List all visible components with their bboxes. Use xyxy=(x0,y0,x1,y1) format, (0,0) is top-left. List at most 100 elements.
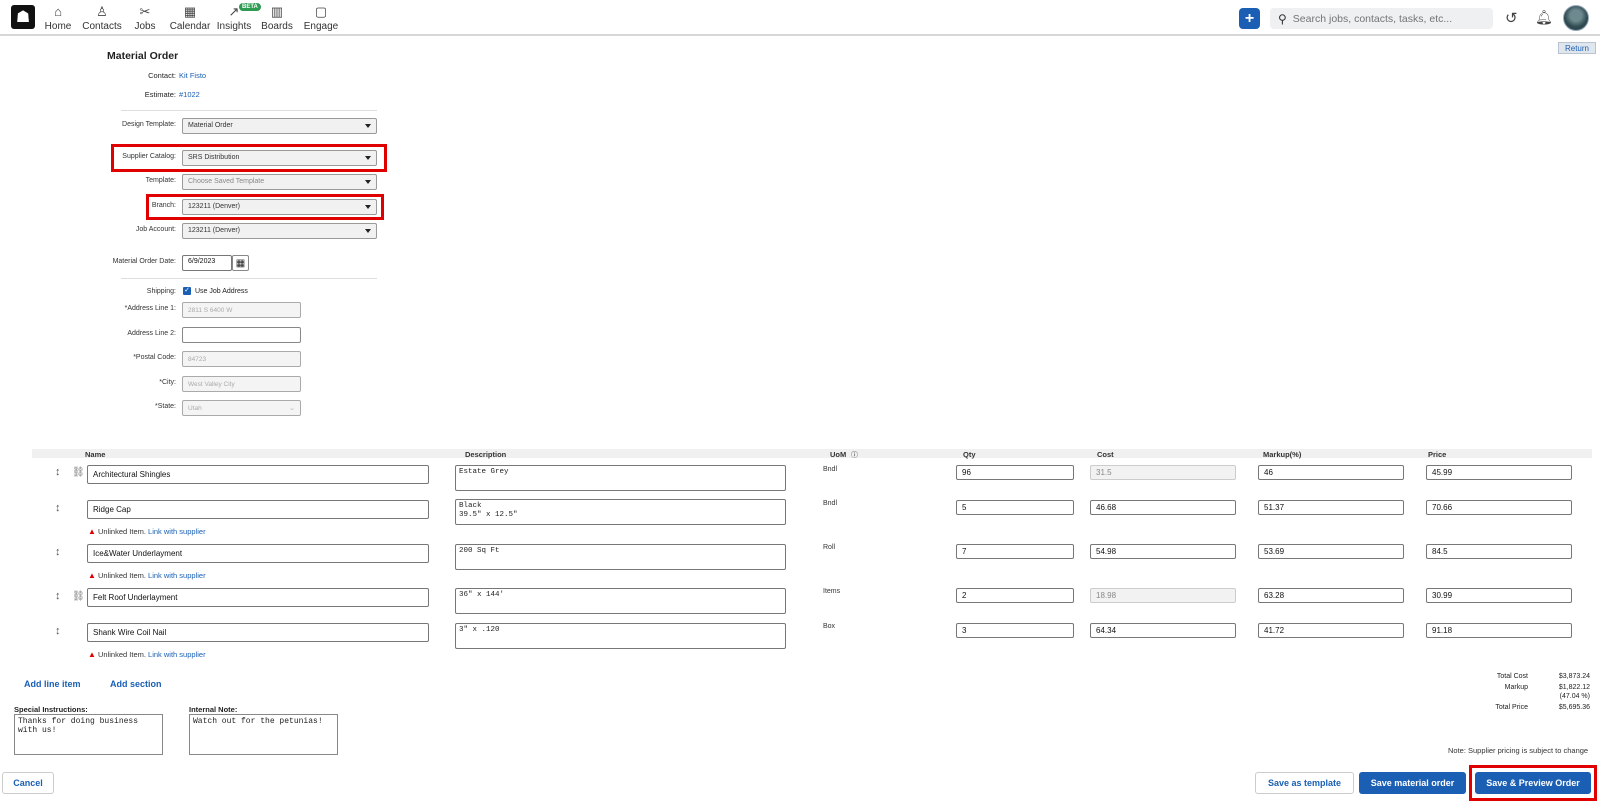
item-name-input[interactable]: Felt Roof Underlayment xyxy=(87,588,429,607)
special-instructions-textarea[interactable]: Thanks for doing business with us! xyxy=(14,714,163,755)
design-template-select[interactable]: Material Order xyxy=(182,118,377,134)
nav-calendar[interactable]: ▦ Calendar xyxy=(166,4,214,32)
item-price-input[interactable]: 91.18 xyxy=(1426,623,1572,638)
link-with-supplier-link[interactable]: Link with supplier xyxy=(148,527,206,536)
item-cost-input[interactable]: 64.34 xyxy=(1090,623,1236,638)
create-new-button[interactable]: + xyxy=(1239,8,1260,29)
item-qty-input[interactable]: 7 xyxy=(956,544,1074,559)
cancel-button[interactable]: Cancel xyxy=(2,772,54,794)
item-price-input[interactable]: 70.66 xyxy=(1426,500,1572,515)
item-markup-input[interactable]: 53.69 xyxy=(1258,544,1404,559)
item-markup-input[interactable]: 41.72 xyxy=(1258,623,1404,638)
order-date-input[interactable]: 6/9/2023 xyxy=(182,255,232,271)
item-description-input[interactable]: Estate Grey xyxy=(455,465,786,491)
link-icon[interactable]: ⛓ xyxy=(72,591,85,602)
template-label-wrap: Template: xyxy=(0,174,176,190)
avatar[interactable] xyxy=(1563,5,1589,31)
address2-field[interactable] xyxy=(182,327,301,343)
order-date-label: Material Order Date: xyxy=(112,258,176,265)
item-price-input[interactable]: 84.5 xyxy=(1426,544,1572,559)
template-value: Choose Saved Template xyxy=(188,178,265,185)
item-markup-input[interactable]: 63.28 xyxy=(1258,588,1404,603)
nav-home[interactable]: ⌂ Home xyxy=(34,4,82,32)
job-account-value: 123211 (Denver) xyxy=(188,227,241,234)
drag-handle-icon[interactable]: ↕ xyxy=(55,546,61,558)
item-uom: Bndl xyxy=(823,466,838,473)
city-field[interactable]: West Valley City xyxy=(182,376,301,392)
state-label: *State: xyxy=(154,403,176,410)
address1-field[interactable]: 2811 S 6400 W xyxy=(182,302,301,318)
item-markup-input[interactable]: 46 xyxy=(1258,465,1404,480)
job-account-select[interactable]: 123211 (Denver) xyxy=(182,223,377,239)
add-section-link[interactable]: Add section xyxy=(110,679,162,689)
nav-insights[interactable]: ↗ BETA Insights xyxy=(210,3,261,32)
branch-select[interactable]: 123211 (Denver) xyxy=(182,199,377,215)
item-description-input[interactable]: 3" x .120 xyxy=(455,623,786,649)
item-price-input[interactable]: 30.99 xyxy=(1426,588,1572,603)
item-markup-input[interactable]: 51.37 xyxy=(1258,500,1404,515)
use-job-address-checkbox[interactable]: ✓ xyxy=(183,287,191,295)
item-qty-input[interactable]: 5 xyxy=(956,500,1074,515)
postal-code-field[interactable]: 84723 xyxy=(182,351,301,367)
nav-contacts[interactable]: ♙ Contacts xyxy=(78,4,126,32)
item-price-input[interactable]: 45.99 xyxy=(1426,465,1572,480)
add-line-item-link[interactable]: Add line item xyxy=(24,679,81,689)
total-cost-value: $3,873.24 xyxy=(1558,673,1590,680)
item-cost-input[interactable]: 54.98 xyxy=(1090,544,1236,559)
markup-percent: (47.04 %) xyxy=(1559,693,1590,700)
search-input[interactable] xyxy=(1292,12,1483,25)
item-cost-input[interactable]: 46.68 xyxy=(1090,500,1236,515)
city-label: *City: xyxy=(159,379,176,386)
bell-icon[interactable]: 🔔︎ xyxy=(1535,9,1553,26)
item-description-input[interactable]: Black 39.5" x 12.5" xyxy=(455,499,786,525)
template-select[interactable]: Choose Saved Template xyxy=(182,174,377,190)
item-description-input[interactable]: 36" x 144' xyxy=(455,588,786,614)
nav-calendar-label: Calendar xyxy=(169,21,211,32)
board-icon: ▥ xyxy=(270,4,284,19)
drag-handle-icon[interactable]: ↕ xyxy=(55,625,61,637)
internal-note-textarea[interactable]: Watch out for the petunias! xyxy=(189,714,338,755)
drag-handle-icon[interactable]: ↕ xyxy=(55,502,61,514)
address1-label-wrap: *Address Line 1: xyxy=(0,302,176,318)
link-with-supplier-link[interactable]: Link with supplier xyxy=(148,650,206,659)
search-icon: ⚲ xyxy=(1278,11,1287,26)
info-icon[interactable]: ⓘ xyxy=(851,450,858,460)
global-search[interactable]: ⚲ xyxy=(1270,8,1493,29)
item-qty-input[interactable]: 96 xyxy=(956,465,1074,480)
state-label-wrap: *State: xyxy=(0,400,176,416)
link-with-supplier-link[interactable]: Link with supplier xyxy=(148,571,206,580)
save-material-order-button[interactable]: Save material order xyxy=(1359,772,1466,794)
divider xyxy=(121,278,377,279)
col-markup-header: Markup(%) xyxy=(1263,450,1302,459)
item-name-input[interactable]: Architectural Shingles xyxy=(87,465,429,484)
chevron-down-icon xyxy=(365,124,371,128)
nav-jobs[interactable]: ✂ Jobs xyxy=(121,4,169,32)
nav-boards-label: Boards xyxy=(261,21,293,32)
item-qty-input[interactable]: 3 xyxy=(956,623,1074,638)
estimate-link[interactable]: #1022 xyxy=(179,90,200,99)
save-and-preview-order-button[interactable]: Save & Preview Order xyxy=(1475,772,1591,794)
supplier-catalog-select[interactable]: SRS Distribution xyxy=(182,150,377,166)
item-description-input[interactable]: 200 Sq Ft xyxy=(455,544,786,570)
calendar-picker-icon[interactable]: ▦ xyxy=(232,255,249,271)
item-uom: Bndl xyxy=(823,500,838,507)
item-uom: Box xyxy=(823,623,836,630)
link-icon[interactable]: ⛓ xyxy=(72,467,85,478)
app-logo[interactable]: ☗ xyxy=(11,5,35,29)
markup-value: $1,822.12 xyxy=(1558,684,1590,691)
item-name-input[interactable]: Ridge Cap xyxy=(87,500,429,519)
save-as-template-button[interactable]: Save as template xyxy=(1255,772,1354,794)
return-button[interactable]: Return xyxy=(1558,42,1596,54)
nav-boards[interactable]: ▥ Boards xyxy=(253,4,301,32)
calendar-icon: ▦ xyxy=(183,4,197,19)
drag-handle-icon[interactable]: ↕ xyxy=(55,466,61,478)
item-name-input[interactable]: Ice&Water Underlayment xyxy=(87,544,429,563)
special-instructions-label: Special Instructions: xyxy=(14,705,88,714)
drag-handle-icon[interactable]: ↕ xyxy=(55,590,61,602)
contact-link[interactable]: Kit Fisto xyxy=(179,71,206,80)
item-name-input[interactable]: Shank Wire Coil Nail xyxy=(87,623,429,642)
item-qty-input[interactable]: 2 xyxy=(956,588,1074,603)
nav-engage[interactable]: ▢ Engage xyxy=(297,4,345,32)
state-select[interactable]: Utah ⌄ xyxy=(182,400,301,416)
history-icon[interactable]: ↺ xyxy=(1505,9,1518,27)
